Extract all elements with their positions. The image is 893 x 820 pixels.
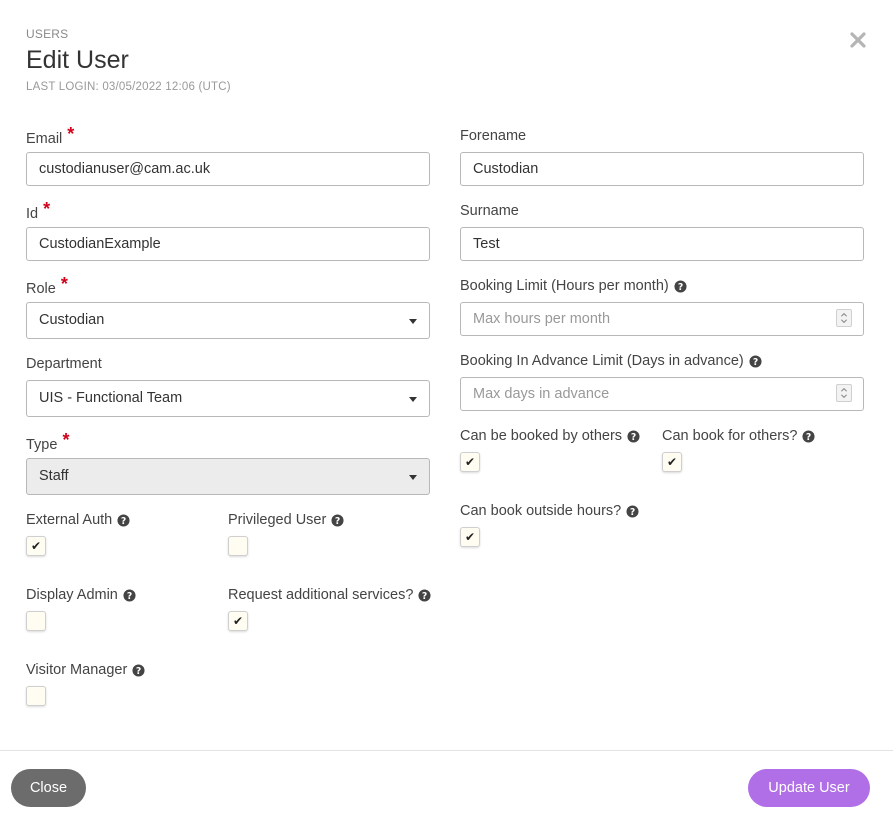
caret-down-icon [409,475,417,480]
advance-limit-field [460,377,864,411]
page-title: Edit User [26,46,129,74]
external-auth-checkbox[interactable]: ✔ [26,536,46,556]
request-services-label: Request additional services? ? [228,587,431,603]
required-marker: * [43,199,51,219]
svg-text:?: ? [631,431,636,442]
question-circle-icon[interactable]: ? [117,513,130,527]
question-circle-icon[interactable]: ? [123,588,136,602]
spinner-icon[interactable] [836,384,852,402]
display-admin-checkbox[interactable] [26,611,46,631]
email-input[interactable] [26,152,430,186]
booked-by-others-checkbox[interactable]: ✔ [460,452,480,472]
checkmark-icon: ✔ [30,539,42,553]
question-circle-icon[interactable]: ? [132,663,145,677]
role-label: Role * [26,274,68,297]
department-select[interactable]: UIS - Functional Team [26,380,430,417]
required-marker: * [67,124,75,144]
id-label: Id * [26,199,51,222]
svg-text:?: ? [136,665,141,676]
checkmark-icon: ✔ [666,455,678,469]
checkmark-icon: ✔ [232,614,244,628]
question-circle-icon[interactable]: ? [749,354,762,368]
svg-text:?: ? [678,281,683,292]
svg-text:?: ? [806,431,811,442]
external-auth-label: External Auth ? [26,512,130,528]
advance-limit-input[interactable] [460,377,864,411]
outside-hours-checkbox[interactable]: ✔ [460,527,480,547]
type-label: Type * [26,430,70,453]
display-admin-label: Display Admin ? [26,587,136,603]
book-for-others-label: Can book for others? ? [662,428,815,444]
question-circle-icon[interactable]: ? [802,429,815,443]
booking-limit-field [460,302,864,336]
svg-text:?: ? [753,356,758,367]
update-user-button[interactable]: Update User [748,769,870,807]
outside-hours-label: Can book outside hours? ? [460,503,639,519]
type-select-value: Staff [39,468,69,484]
spinner-icon[interactable] [836,309,852,327]
role-select-value: Custodian [39,312,105,328]
email-label: Email * [26,124,75,147]
question-circle-icon[interactable]: ? [626,504,639,518]
svg-text:?: ? [335,515,340,526]
required-marker: * [60,274,68,294]
close-icon[interactable] [846,28,870,52]
department-label: Department [26,356,102,372]
booking-limit-input[interactable] [460,302,864,336]
svg-text:?: ? [630,506,635,517]
visitor-manager-checkbox[interactable] [26,686,46,706]
request-services-checkbox[interactable]: ✔ [228,611,248,631]
svg-text:?: ? [127,590,132,601]
svg-text:?: ? [422,590,427,601]
forename-input[interactable] [460,152,864,186]
surname-label: Surname [460,203,519,219]
question-circle-icon[interactable]: ? [418,588,431,602]
role-select[interactable]: Custodian [26,302,430,339]
question-circle-icon[interactable]: ? [627,429,640,443]
type-select[interactable]: Staff [26,458,430,495]
checkmark-icon: ✔ [464,455,476,469]
close-button[interactable]: Close [11,769,86,807]
breadcrumb: USERS [26,27,69,41]
department-select-value: UIS - Functional Team [39,390,183,406]
last-login-text: LAST LOGIN: 03/05/2022 12:06 (UTC) [26,81,231,93]
footer-divider [0,750,893,751]
surname-input[interactable] [460,227,864,261]
caret-down-icon [409,319,417,324]
question-circle-icon[interactable]: ? [331,513,344,527]
book-for-others-checkbox[interactable]: ✔ [662,452,682,472]
privileged-user-checkbox[interactable] [228,536,248,556]
privileged-user-label: Privileged User ? [228,512,344,528]
booking-limit-label: Booking Limit (Hours per month) ? [460,278,687,294]
question-circle-icon[interactable]: ? [674,279,687,293]
visitor-manager-label: Visitor Manager ? [26,662,145,678]
id-input[interactable] [26,227,430,261]
forename-label: Forename [460,128,527,144]
svg-text:?: ? [121,515,126,526]
checkmark-icon: ✔ [464,530,476,544]
advance-limit-label: Booking In Advance Limit (Days in advanc… [460,353,762,369]
required-marker: * [62,430,70,450]
caret-down-icon [409,397,417,402]
booked-by-others-label: Can be booked by others ? [460,428,640,444]
